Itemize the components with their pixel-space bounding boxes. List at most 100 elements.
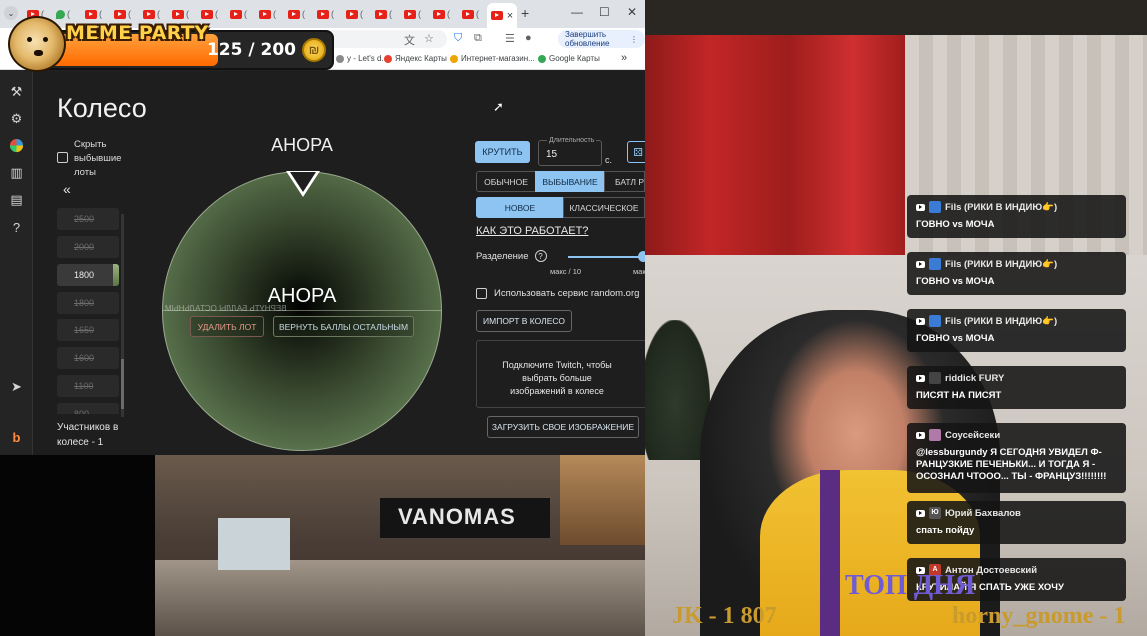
youtube-favicon-icon [462,9,474,19]
clipboard-icon[interactable]: ▤ [8,191,25,208]
chat-text: ГОВНО vs МОЧА [916,219,995,230]
bookmark-label: y - Let's d... [347,54,389,63]
menu-dots-icon: ⋮ [630,34,638,44]
collapse-panel-icon[interactable]: « [63,181,71,197]
auction-gavel-icon[interactable]: ⚒ [8,83,25,100]
avatar: Ю [929,507,941,519]
youtube-icon [916,509,925,517]
youtube-icon [916,374,925,382]
prize-wheel[interactable]: ВЕРНУТЬ БАЛЛЫ ОСТАЛЬНЫМ [162,171,442,451]
slider-min-label: макс / 10 [550,267,582,276]
how-it-works-link[interactable]: КАК ЭТО РАБОТАЕТ? [476,225,588,237]
tab-title: ( [476,9,479,19]
map-pin-icon [538,54,546,63]
delete-lot-button[interactable]: УДАЛИТЬ ЛОТ [190,316,264,337]
scrollbar-thumb[interactable] [121,359,124,409]
browser-tab[interactable]: ( [462,6,488,22]
help-icon[interactable]: ? [8,219,25,236]
return-points-button[interactable]: ВЕРНУТЬ БАЛЛЫ ОСТАЛЬНЫМ [273,316,414,337]
twitch-connect-box[interactable]: Подключите Twitch, чтобы выбрать больше … [476,340,645,408]
hide-lots-checkbox[interactable] [57,152,68,163]
browser-tab[interactable]: ( [375,6,401,22]
update-browser-button[interactable]: Завершить обновление ⋮ [558,30,645,48]
boosty-icon[interactable]: b [8,429,25,446]
mode-normal[interactable]: ОБЫЧНОЕ [476,171,536,192]
hide-lots-label: Скрыть выбывшие лоты [74,139,122,178]
chat-message: Ю Юрий Бахвалов спать пойду [907,501,1126,544]
maximize-icon[interactable]: ☐ [599,5,610,19]
mode-elimination[interactable]: ВЫБЫВАНИЕ [535,171,605,192]
browser-tab[interactable]: ( [404,6,430,22]
map-pin-icon [384,54,392,63]
wheel-app: ⚒ ⚙ ▥ ▤ ? ➤ b Колесо ➚ Скрыть выбывшие л… [0,71,645,455]
lot-list-scrollbar[interactable] [121,214,124,417]
lot-item[interactable]: 1600 [57,347,119,369]
update-browser-label: Завершить обновление [565,30,610,48]
youtube-favicon-icon [375,9,387,19]
more-bookmarks-icon[interactable]: » [621,52,627,64]
duration-input[interactable]: Длительность 15 [538,137,602,166]
settings-gear-icon[interactable]: ⚙ [8,110,25,127]
import-button[interactable]: ИМПОРТ В КОЛЕСО [476,310,572,332]
close-tab-icon[interactable]: × [507,10,513,22]
lot-item[interactable]: 1650 [57,319,119,341]
random-org-checkbox[interactable] [476,288,487,299]
shield-icon[interactable]: ⛉ [454,32,462,45]
close-window-icon[interactable]: ✕ [627,5,637,19]
style-new[interactable]: НОВОЕ [476,197,564,218]
lot-item[interactable]: 1100 [57,375,119,397]
minimize-icon[interactable]: — [571,5,583,19]
avatar [929,201,941,213]
mode-battle-royale[interactable]: БАТЛ РОЯЛЬ [604,171,645,192]
bookmark-google-maps[interactable]: Google Карты [538,54,600,63]
chat-text: @lessburgundy Я СЕГОДНЯ УВИДЕЛ Ф-РАНЦУЗК… [916,447,1107,482]
chat-text: ГОВНО vs МОЧА [916,333,995,344]
bookmark-star-icon[interactable]: ☆ [424,32,434,45]
slider-max-label: макс [633,267,645,276]
avatar [929,258,941,270]
duration-unit: с. [605,155,613,165]
bookmark-online-store[interactable]: Интернет-магазин... [450,54,535,63]
spin-button[interactable]: КРУТИТЬ [475,141,530,163]
split-setting: Разделение ? [476,250,547,262]
new-tab-button[interactable]: + [521,5,529,21]
upload-image-button[interactable]: ЗАГРУЗИТЬ СВОЕ ИЗОБРАЖЕНИЕ [487,416,639,438]
statistics-chart-icon[interactable]: ▥ [8,164,25,181]
browser-tab[interactable]: ( [346,6,372,22]
bookmark-yandex-maps[interactable]: Яндекс Карты [384,54,447,63]
bookmark-label: Google Карты [549,54,600,63]
winner-label-top: АНОРА [271,135,333,155]
lot-item[interactable]: 1800 [57,292,119,314]
style-classic[interactable]: КЛАССИЧЕСКОЕ [563,197,645,218]
chat-message: Соусейсеки @lessburgundy Я СЕГОДНЯ УВИДЕ… [907,423,1126,493]
tab-title: ( [389,9,392,19]
active-tab[interactable]: × [487,3,517,28]
random-org-option[interactable]: Использовать сервис random.org [476,288,639,299]
page-title: Колесо [57,93,147,123]
split-slider-thumb[interactable] [638,251,645,262]
doge-avatar-icon [8,16,66,72]
help-circle-icon[interactable]: ? [534,250,547,262]
wheel-pie-icon[interactable] [8,137,25,154]
telegram-icon[interactable]: ➤ [8,378,25,395]
top-of-day-title: ТОП ДНЯ [845,570,976,601]
browser-tab[interactable]: ( [433,6,459,22]
extensions-icon[interactable]: ⧉ [474,32,482,45]
top-entry-gnome: horny_gnome - 1 [952,603,1126,629]
split-slider-track[interactable] [568,256,645,258]
meme-party-title: MEME PARTY [66,22,209,44]
lot-item-active[interactable]: 1800 [57,264,119,286]
lot-item[interactable]: 2000 [57,236,119,258]
meme-party-count: 125 / 200 [206,40,296,60]
profile-avatar-icon[interactable]: ● [525,32,532,44]
lot-item[interactable]: 2500 [57,208,119,230]
random-dice-icon[interactable]: ⚄ [627,141,645,163]
random-org-label: Использовать сервис random.org [494,288,640,299]
bookmark-item[interactable]: y - Let's d... [336,54,388,63]
lot-item[interactable]: 800 [57,403,119,414]
translate-icon[interactable]: 文 [404,32,415,48]
chat-text: ПИСЯТ НА ПИСЯТ [916,390,1002,401]
reading-list-icon[interactable]: ☰ [505,32,515,45]
hide-lots-toggle[interactable]: Скрыть выбывшие лоты [57,138,129,180]
avatar [929,429,941,441]
